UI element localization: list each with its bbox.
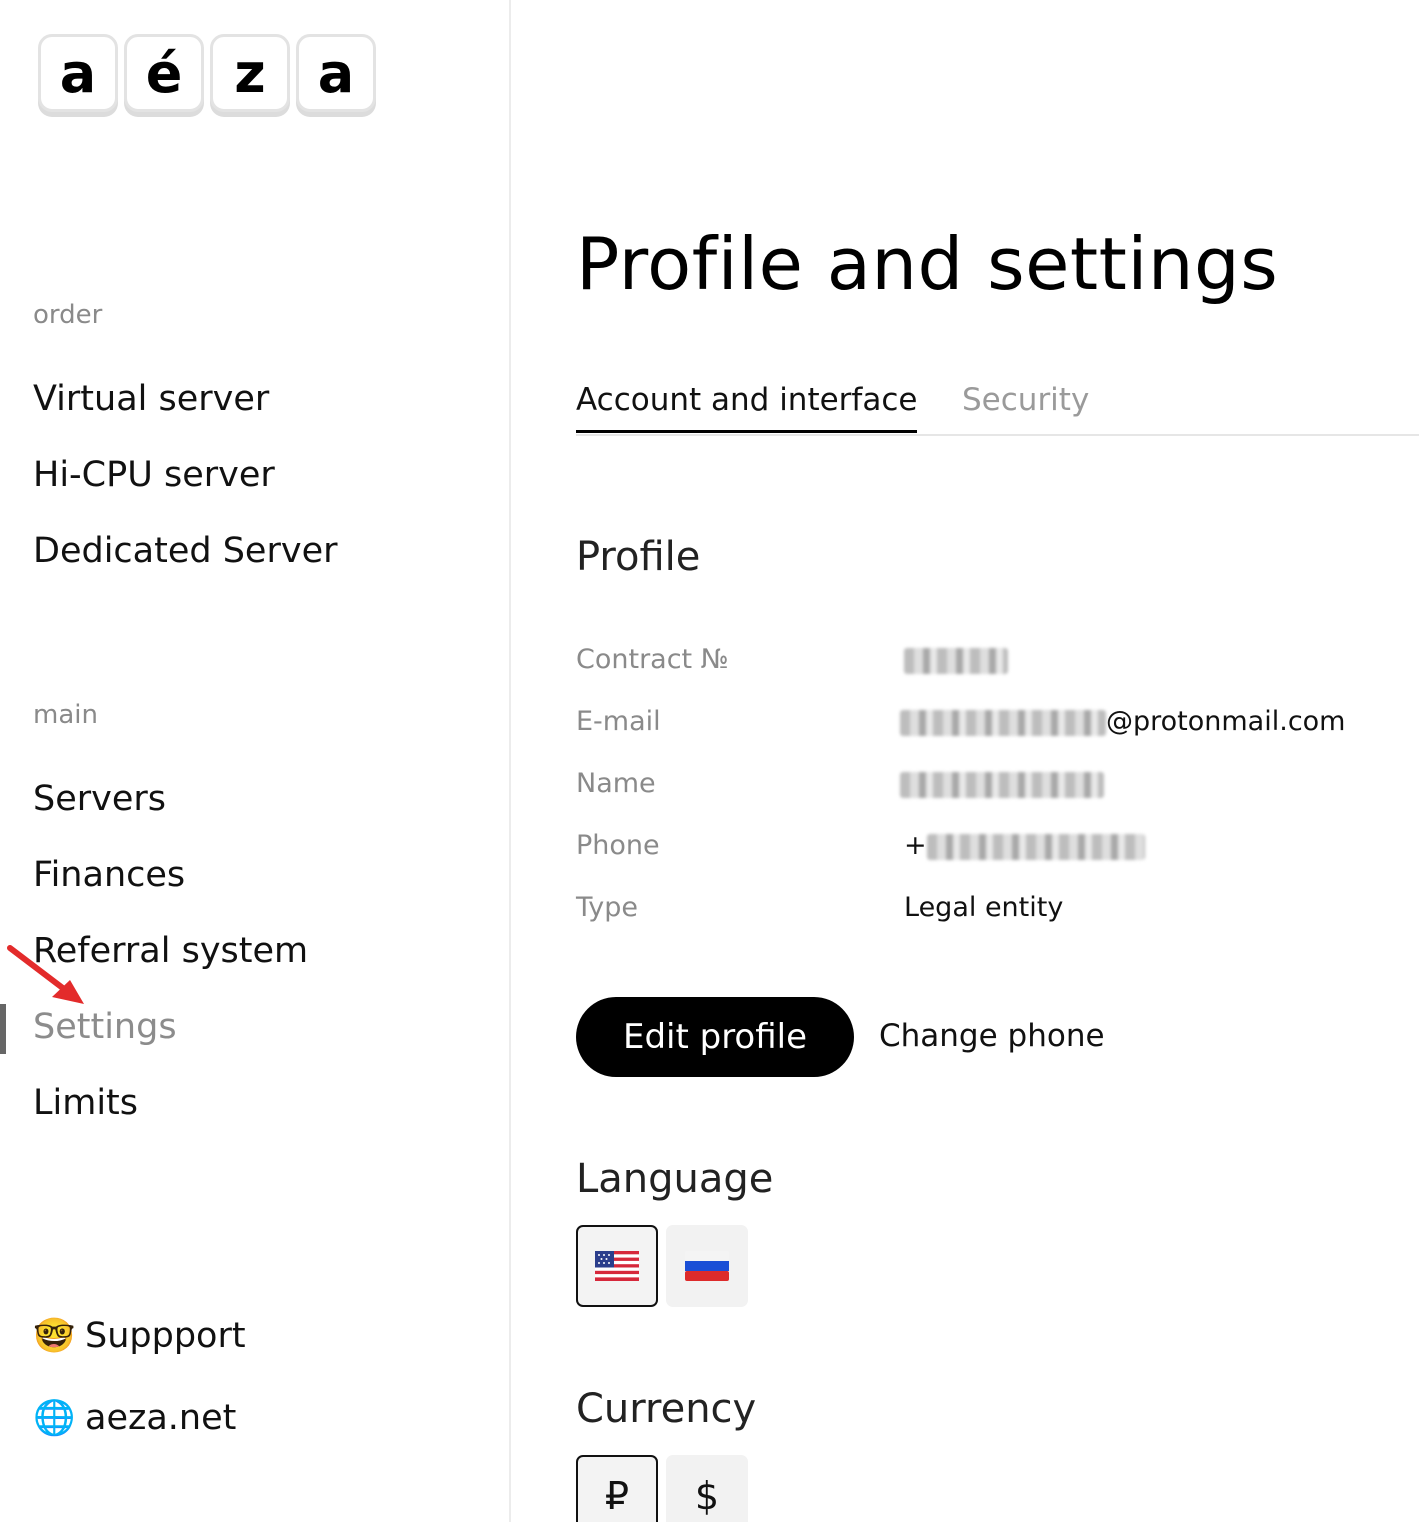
section-label-main: main — [33, 700, 98, 730]
email-domain: @protonmail.com — [1106, 706, 1346, 737]
language-option-russian[interactable] — [666, 1225, 748, 1307]
phone-prefix: + — [904, 830, 927, 861]
sidebar-item-dedicated-server[interactable]: Dedicated Server — [33, 531, 338, 571]
sidebar-item-servers[interactable]: Servers — [33, 779, 166, 819]
phone-value: + — [904, 830, 1145, 861]
dollar-symbol: $ — [694, 1474, 720, 1518]
sidebar-item-hi-cpu-server[interactable]: Hi-CPU server — [33, 455, 275, 495]
profile-heading: Profile — [576, 534, 701, 580]
name-label: Name — [576, 768, 656, 799]
aeza-logo[interactable]: a é z a — [38, 34, 376, 112]
currency-heading: Currency — [576, 1386, 757, 1432]
currency-option-rub[interactable]: ₽ — [576, 1455, 658, 1522]
redacted-name — [900, 771, 1104, 798]
logo-key: a — [38, 34, 118, 112]
page-title: Profile and settings — [576, 222, 1279, 306]
settings-tabs: Account and interface Security — [576, 378, 1419, 436]
name-value — [900, 768, 1104, 799]
ruble-symbol: ₽ — [604, 1474, 630, 1518]
app-root: a é z a order Virtual server Hi-CPU serv… — [0, 0, 1419, 1522]
logo-key: a — [296, 34, 376, 112]
sidebar-item-finances[interactable]: Finances — [33, 855, 185, 895]
sidebar-item-settings[interactable]: Settings — [33, 1007, 177, 1047]
type-value: Legal entity — [904, 892, 1064, 923]
website-link[interactable]: 🌐 aeza.net — [33, 1398, 236, 1438]
change-phone-button[interactable]: Change phone — [879, 1018, 1105, 1054]
website-label: aeza.net — [85, 1398, 237, 1438]
section-label-order: order — [33, 300, 103, 330]
support-link[interactable]: 🤓 Suppport — [33, 1316, 246, 1356]
support-label: Suppport — [85, 1316, 246, 1356]
sidebar-item-virtual-server[interactable]: Virtual server — [33, 379, 269, 419]
main-content: Profile and settings Account and interfa… — [513, 0, 1419, 1522]
language-heading: Language — [576, 1156, 774, 1202]
nerd-face-icon: 🤓 — [33, 1316, 76, 1356]
redacted-contract-number — [904, 647, 1008, 674]
email-label: E-mail — [576, 706, 661, 737]
logo-key: é — [124, 34, 204, 112]
us-flag-icon — [595, 1251, 639, 1281]
tab-account-and-interface[interactable]: Account and interface — [576, 382, 918, 433]
currency-option-usd[interactable]: $ — [666, 1455, 748, 1522]
contract-number-label: Contract № — [576, 644, 729, 675]
edit-profile-button[interactable]: Edit profile — [576, 997, 854, 1077]
email-value: @protonmail.com — [900, 706, 1345, 737]
ru-flag-icon — [685, 1251, 729, 1281]
contract-number-value — [904, 644, 1008, 675]
sidebar-item-limits[interactable]: Limits — [33, 1083, 138, 1123]
redacted-phone — [926, 833, 1145, 860]
redacted-email-user — [900, 709, 1106, 736]
globe-icon: 🌐 — [33, 1398, 76, 1438]
active-item-indicator — [0, 1004, 6, 1054]
language-option-english[interactable] — [576, 1225, 658, 1307]
sidebar: a é z a order Virtual server Hi-CPU serv… — [0, 0, 511, 1522]
annotation-arrow-icon — [7, 945, 84, 1004]
type-label: Type — [576, 892, 639, 923]
phone-label: Phone — [576, 830, 660, 861]
tab-security[interactable]: Security — [962, 382, 1089, 430]
logo-key: z — [210, 34, 290, 112]
